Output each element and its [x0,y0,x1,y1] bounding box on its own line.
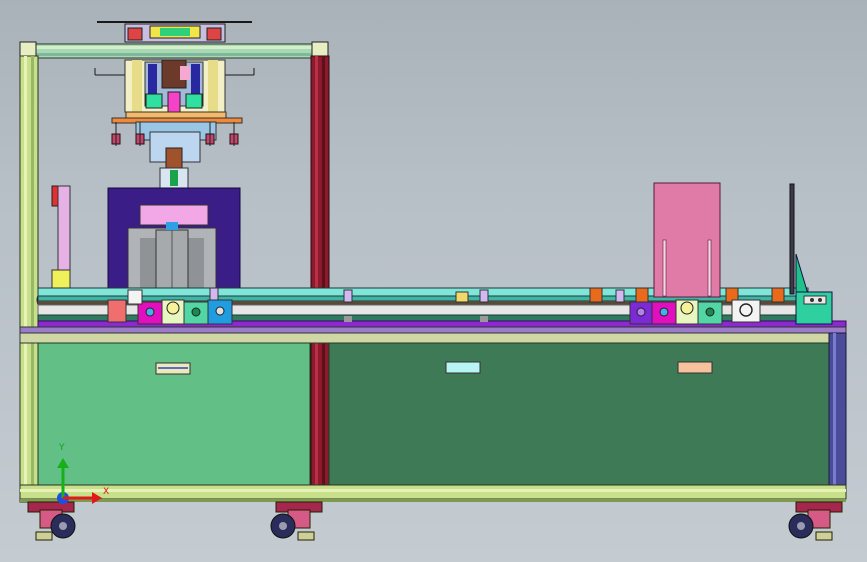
right-pink-panel [653,182,721,298]
cabinet-base [19,326,847,502]
cad-viewport[interactable]: X Y [0,0,867,562]
machine-assembly-drawing [19,21,847,541]
cabinet-label-plate-middle [445,361,481,374]
axis-x-label: X [103,487,110,497]
caster-middle [270,501,323,541]
press-body [107,187,241,291]
caster-right [788,501,843,541]
left-post [19,55,39,503]
axis-y-label: Y [59,443,65,453]
center-post [310,55,330,487]
cabinet-label-plate-right [677,361,713,374]
caster-left [27,501,76,541]
top-frame [19,41,329,61]
